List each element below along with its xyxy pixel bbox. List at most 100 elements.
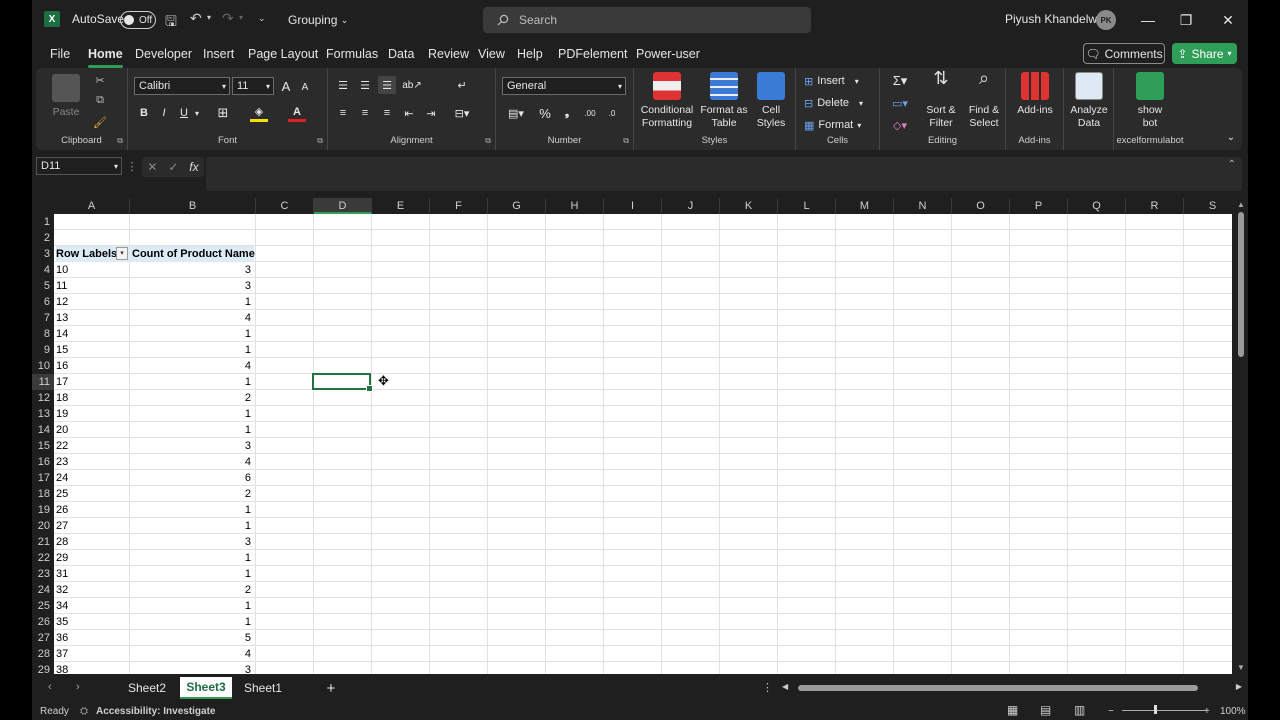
share-button[interactable]: ⇪ Share ▾ [1172, 43, 1237, 64]
autosave-toggle[interactable]: Off [120, 11, 156, 29]
pivot-row-label[interactable]: 18 [56, 390, 130, 406]
pivot-row-label[interactable]: 27 [56, 518, 130, 534]
row-header-15[interactable]: 15 [32, 438, 54, 454]
column-header-b[interactable]: B [130, 198, 256, 214]
pivot-count-value[interactable]: 1 [130, 502, 254, 518]
redo-dropdown-icon[interactable]: ▾ [239, 13, 243, 22]
decrease-font-icon[interactable]: A [298, 79, 312, 95]
column-header-q[interactable]: Q [1068, 198, 1126, 214]
pivot-row-label[interactable]: 13 [56, 310, 130, 326]
tab-pdfelement[interactable]: PDFelement [558, 47, 627, 61]
redo-icon[interactable]: ↷ [222, 10, 234, 27]
column-header-c[interactable]: C [256, 198, 314, 214]
pivot-row-label[interactable]: 26 [56, 502, 130, 518]
pivot-row-label[interactable]: 32 [56, 582, 130, 598]
pivot-count-value[interactable]: 4 [130, 454, 254, 470]
pivot-row-label[interactable]: 28 [56, 534, 130, 550]
clipboard-launcher-icon[interactable]: ⧉ [117, 136, 123, 146]
page-layout-view-icon[interactable]: ▤ [1040, 703, 1051, 717]
page-break-view-icon[interactable]: ▥ [1074, 703, 1085, 717]
increase-font-icon[interactable]: A [278, 77, 294, 95]
search-box[interactable]: Search [483, 7, 811, 33]
fill-icon[interactable]: ▭▾ [886, 94, 914, 112]
column-header-r[interactable]: R [1126, 198, 1184, 214]
font-name-select[interactable]: Calibri ▾ [134, 77, 230, 95]
tab-insert[interactable]: Insert [203, 47, 234, 61]
tab-data[interactable]: Data [388, 47, 414, 61]
minimize-icon[interactable]: — [1136, 8, 1160, 32]
pivot-count-value[interactable]: 1 [130, 566, 254, 582]
row-header-14[interactable]: 14 [32, 422, 54, 438]
pivot-count-value[interactable]: 3 [130, 534, 254, 550]
tab-review[interactable]: Review [428, 47, 469, 61]
row-header-1[interactable]: 1 [32, 214, 54, 230]
row-header-13[interactable]: 13 [32, 406, 54, 422]
align-right-icon[interactable]: ≡ [378, 104, 396, 122]
format-as-table-button[interactable]: Format as Table [698, 72, 750, 130]
save-icon[interactable]: 🖫 [165, 11, 177, 35]
normal-view-icon[interactable]: ▦ [1007, 703, 1018, 717]
row-header-19[interactable]: 19 [32, 502, 54, 518]
sort-filter-button[interactable]: ⇅ Sort & Filter [920, 69, 962, 130]
column-header-n[interactable]: N [894, 198, 952, 214]
zoom-out-icon[interactable]: − [1108, 706, 1114, 717]
avatar[interactable]: PK [1096, 10, 1116, 30]
pivot-row-label[interactable]: 17 [56, 374, 130, 390]
pivot-count-value[interactable]: 1 [130, 326, 254, 342]
column-header-f[interactable]: F [430, 198, 488, 214]
chevron-up-icon[interactable]: ⌃ [1228, 159, 1236, 170]
scroll-left-icon[interactable]: ◀ [782, 682, 788, 691]
pivot-row-label[interactable]: 12 [56, 294, 130, 310]
column-header-l[interactable]: L [778, 198, 836, 214]
scroll-down-icon[interactable]: ▼ [1237, 663, 1245, 672]
selected-cell[interactable] [312, 373, 373, 392]
row-header-28[interactable]: 28 [32, 646, 54, 662]
sheet-tab-sheet2[interactable]: Sheet2 [120, 677, 174, 699]
comments-button[interactable]: 🗨 Comments [1083, 43, 1165, 64]
delete-cells-button[interactable]: ⊟ Delete ▾ [804, 94, 863, 112]
row-header-22[interactable]: 22 [32, 550, 54, 566]
merge-center-icon[interactable]: ⊟▾ [448, 104, 476, 122]
pivot-count-value[interactable]: 1 [130, 598, 254, 614]
fill-color-icon[interactable]: ◈ [250, 104, 268, 122]
name-box[interactable]: D11 ▾ [36, 157, 122, 175]
align-left-icon[interactable]: ≡ [334, 104, 352, 122]
pivot-count-value[interactable]: 3 [130, 278, 254, 294]
comma-style-icon[interactable]: ❟ [558, 104, 576, 122]
pivot-count-value[interactable]: 1 [130, 614, 254, 630]
pivot-row-label[interactable]: 16 [56, 358, 130, 374]
pivot-row-label[interactable]: 34 [56, 598, 130, 614]
scroll-up-icon[interactable]: ▲ [1237, 200, 1245, 209]
column-header-d[interactable]: D [314, 198, 372, 214]
font-size-select[interactable]: 11 ▾ [232, 77, 274, 95]
column-header-j[interactable]: J [662, 198, 720, 214]
italic-button[interactable]: I [156, 104, 172, 122]
pivot-row-label[interactable]: 24 [56, 470, 130, 486]
number-format-select[interactable]: General ▾ [502, 77, 626, 95]
row-header-21[interactable]: 21 [32, 534, 54, 550]
pivot-count-value[interactable]: 3 [130, 438, 254, 454]
zoom-in-icon[interactable]: + [1204, 706, 1210, 717]
row-header-9[interactable]: 9 [32, 342, 54, 358]
vertical-scrollbar[interactable]: ▲ ▼ [1234, 198, 1248, 674]
pivot-row-label[interactable]: 31 [56, 566, 130, 582]
document-title[interactable]: Grouping ⌄ [288, 13, 348, 27]
bottom-align-icon[interactable]: ☰ [378, 76, 396, 94]
undo-icon[interactable]: ↶ [190, 10, 202, 27]
find-select-button[interactable]: ⌕ Find & Select [964, 69, 1004, 130]
collapse-ribbon-icon[interactable]: ⌄ [1224, 130, 1238, 144]
align-center-icon[interactable]: ≡ [356, 104, 374, 122]
horizontal-scrollbar[interactable]: ◀ ▶ [782, 682, 1242, 693]
pivot-count-value[interactable]: 1 [130, 406, 254, 422]
increase-decimal-icon[interactable]: .00 [580, 104, 600, 122]
pivot-row-label[interactable]: 29 [56, 550, 130, 566]
column-header-o[interactable]: O [952, 198, 1010, 214]
underline-button[interactable]: U [176, 104, 192, 122]
pivot-count-value[interactable]: 1 [130, 374, 254, 390]
pivot-count-value[interactable]: 5 [130, 630, 254, 646]
increase-indent-icon[interactable]: ⇥ [422, 104, 440, 122]
horizontal-scroll-thumb[interactable] [798, 685, 1198, 691]
bold-button[interactable]: B [136, 104, 152, 122]
paste-button[interactable]: Paste [46, 74, 86, 119]
pivot-row-label[interactable]: 36 [56, 630, 130, 646]
